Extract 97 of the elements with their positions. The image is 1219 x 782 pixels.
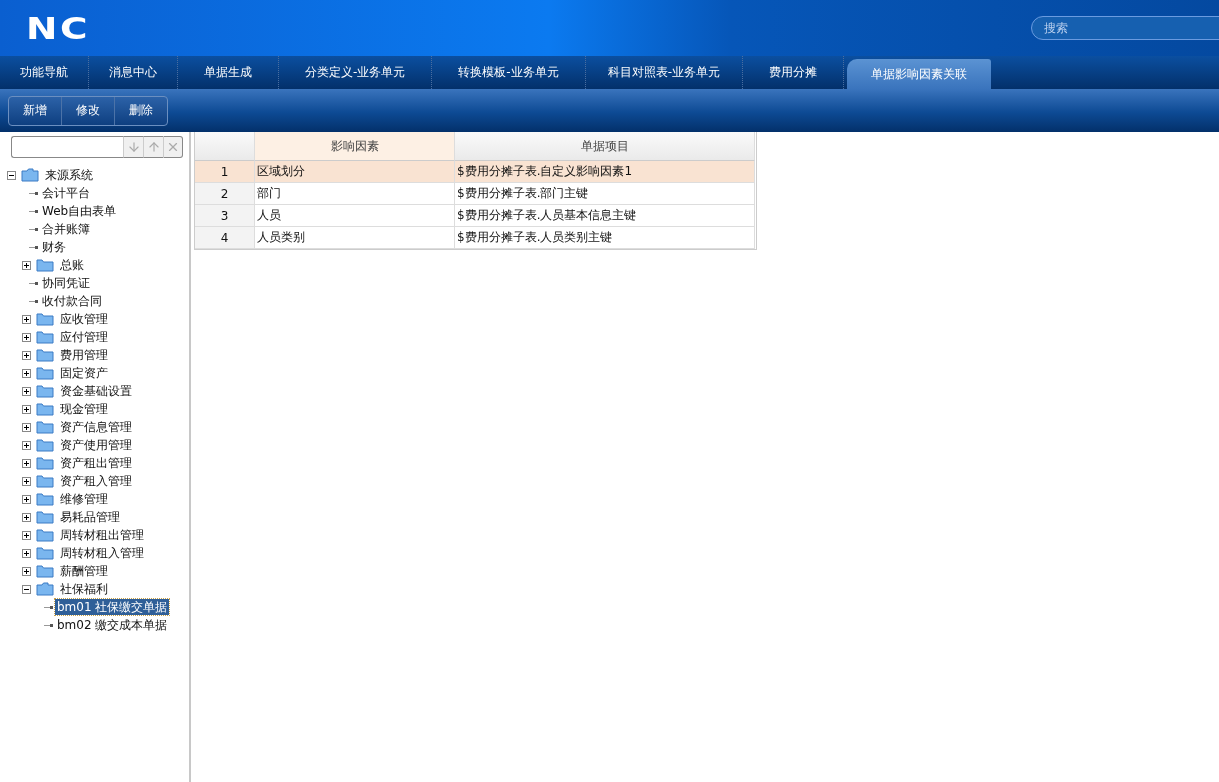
tree-item[interactable]: 固定资产 <box>58 365 110 381</box>
tree-connector-icon <box>29 227 38 231</box>
tab[interactable]: 单据影响因素关联 <box>847 59 992 89</box>
table-cell: 区域划分 <box>255 161 455 183</box>
folder-icon <box>36 456 54 470</box>
expand-icon[interactable] <box>22 368 31 378</box>
folder-icon <box>36 312 54 326</box>
toolbar-button[interactable]: 新增 <box>9 96 61 125</box>
tree-connector-icon <box>44 623 53 627</box>
down-arrow-icon <box>126 140 141 154</box>
tree-item[interactable]: 费用管理 <box>58 347 110 363</box>
tree-connector-icon <box>29 299 38 303</box>
tree-item[interactable]: 合并账簿 <box>40 221 92 237</box>
row-number: 3 <box>195 205 255 227</box>
folder-icon <box>36 438 54 452</box>
folder-icon <box>36 564 54 578</box>
tree-item[interactable]: 现金管理 <box>58 401 110 417</box>
tree-item[interactable]: bm01 社保缴交单据 <box>55 599 170 615</box>
table-cell: 部门 <box>255 183 455 205</box>
tree-item[interactable]: 总账 <box>58 257 86 273</box>
expand-icon[interactable] <box>22 422 31 432</box>
folder-icon <box>36 348 54 362</box>
expand-icon[interactable] <box>22 332 31 342</box>
expand-icon[interactable] <box>22 494 31 504</box>
down-arrow-button[interactable] <box>123 136 143 158</box>
tree-connector-icon <box>44 605 53 609</box>
expand-icon[interactable] <box>22 476 31 486</box>
expand-icon[interactable] <box>22 548 31 558</box>
table-cell: $费用分摊子表.人员基本信息主键 <box>455 205 755 227</box>
expand-icon[interactable] <box>22 458 31 468</box>
folder-icon <box>36 528 54 542</box>
folder-icon <box>36 330 54 344</box>
tree-item[interactable]: 资产使用管理 <box>58 437 134 453</box>
tree-item[interactable]: 资产信息管理 <box>58 419 134 435</box>
expand-icon[interactable] <box>22 566 31 576</box>
expand-icon[interactable] <box>22 530 31 540</box>
folder-icon <box>36 492 54 506</box>
expand-icon[interactable] <box>22 386 31 396</box>
tree-item[interactable]: 资产租出管理 <box>58 455 134 471</box>
folder-icon <box>36 366 54 380</box>
expand-icon[interactable] <box>22 350 31 360</box>
open-folder-icon <box>36 582 54 596</box>
expand-icon[interactable] <box>22 260 31 270</box>
expand-icon[interactable] <box>22 512 31 522</box>
row-number: 2 <box>195 183 255 205</box>
corner-header-cell <box>195 132 255 161</box>
folder-icon <box>36 420 54 434</box>
tree-item[interactable]: 维修管理 <box>58 491 110 507</box>
tree-connector-icon <box>29 281 38 285</box>
tree-item[interactable]: 资产租入管理 <box>58 473 134 489</box>
folder-icon <box>36 474 54 488</box>
filter-field[interactable] <box>11 136 123 158</box>
collapse-icon[interactable] <box>7 170 16 180</box>
column-header[interactable]: 影响因素 <box>255 132 455 161</box>
open-folder-icon <box>21 168 39 182</box>
tree-item[interactable]: bm02 缴交成本单据 <box>55 617 170 633</box>
tree-item[interactable]: Web自由表单 <box>40 203 119 219</box>
expand-icon[interactable] <box>22 440 31 450</box>
tree-item[interactable]: 薪酬管理 <box>58 563 110 579</box>
table-cell: $费用分摊子表.自定义影响因素1 <box>455 161 755 183</box>
expand-icon[interactable] <box>22 404 31 414</box>
row-number: 4 <box>195 227 255 249</box>
column-header[interactable]: 单据项目 <box>455 132 755 161</box>
clear-button[interactable] <box>163 136 183 158</box>
tree-item[interactable]: 资金基础设置 <box>58 383 134 399</box>
tree-item[interactable]: 易耗品管理 <box>58 509 122 525</box>
table-cell: 人员类别 <box>255 227 455 249</box>
tree-item[interactable]: 协同凭证 <box>40 275 92 291</box>
tree-item[interactable]: 社保福利 <box>58 581 110 597</box>
tree-item[interactable]: 财务 <box>40 239 68 255</box>
tree-item[interactable]: 周转材租入管理 <box>58 545 146 561</box>
table-cell: 人员 <box>255 205 455 227</box>
toolbar-button[interactable]: 删除 <box>114 96 167 125</box>
table-cell: $费用分摊子表.人员类别主键 <box>455 227 755 249</box>
folder-icon <box>36 384 54 398</box>
tree-item[interactable]: 应付管理 <box>58 329 110 345</box>
search-field[interactable]: 搜索 <box>1031 16 1219 40</box>
row-number: 1 <box>195 161 255 183</box>
tree-connector-icon <box>29 191 38 195</box>
tree-connector-icon <box>29 209 38 213</box>
toolbar-button[interactable]: 修改 <box>61 96 114 125</box>
folder-icon <box>36 546 54 560</box>
tree-item[interactable]: 周转材租出管理 <box>58 527 146 543</box>
tree-connector-icon <box>29 245 38 249</box>
logo: NC <box>26 10 90 46</box>
collapse-icon[interactable] <box>22 584 31 594</box>
tree-item[interactable]: 会计平台 <box>40 185 92 201</box>
folder-icon <box>36 402 54 416</box>
expand-icon[interactable] <box>22 314 31 324</box>
up-arrow-button[interactable] <box>143 136 163 158</box>
folder-icon <box>36 258 54 272</box>
table-cell: $费用分摊子表.部门主键 <box>455 183 755 205</box>
tree-item[interactable]: 应收管理 <box>58 311 110 327</box>
close-icon <box>166 140 180 154</box>
tree-item[interactable]: 收付款合同 <box>40 293 104 309</box>
tree-item[interactable]: 来源系统 <box>43 167 95 183</box>
folder-icon <box>36 510 54 524</box>
